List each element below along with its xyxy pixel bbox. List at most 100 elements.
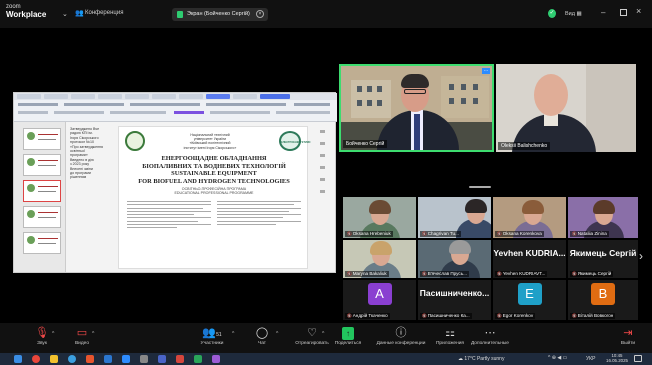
slide-thumbnail[interactable] bbox=[23, 206, 61, 228]
gallery-tile[interactable]: Nataliia Zinina bbox=[568, 197, 638, 238]
participants-button[interactable]: 👥51 Участники bbox=[190, 327, 234, 347]
seal-text: ЕЛЕКТРОЕНЕРГЕТИКИ bbox=[281, 141, 311, 144]
panel-resize-handle[interactable] bbox=[469, 186, 491, 188]
browser-tab bbox=[179, 94, 203, 99]
clock-date: 16.05.2025 bbox=[606, 358, 628, 364]
video-tile[interactable]: Oleksii Balishchenko bbox=[496, 64, 636, 152]
gallery-tile[interactable]: A Андрій Ткаченко bbox=[343, 280, 416, 320]
gallery-tile[interactable]: E Egor Korenkov bbox=[493, 280, 566, 320]
participants-icon: 👥51 bbox=[202, 327, 222, 339]
participant-name: Egor Korenkov bbox=[495, 313, 536, 319]
share-screen-icon bbox=[177, 11, 183, 18]
clock[interactable]: 10:45 16.05.2025 bbox=[606, 353, 628, 363]
system-tray[interactable]: ^ ⊕ ◀ ▭ bbox=[548, 355, 567, 361]
security-shield-icon[interactable]: ✓ bbox=[548, 9, 556, 18]
word-icon[interactable] bbox=[104, 355, 112, 363]
document-column-right bbox=[217, 201, 301, 227]
zoom-icon[interactable] bbox=[122, 355, 130, 363]
folder-icon[interactable] bbox=[50, 355, 58, 363]
participant-name: Yevhen KUDRIAVT... bbox=[495, 271, 548, 277]
info-icon: ⓘ bbox=[395, 327, 407, 339]
approval-note: Затверджено Вче радою КПІ ім. Ігоря Сіко… bbox=[70, 127, 103, 180]
weather-icon: ☁ bbox=[458, 356, 463, 362]
gallery-tile[interactable]: B Віталій Вовкогон bbox=[568, 280, 638, 320]
ribbon-tool bbox=[54, 111, 104, 114]
chevron-up-icon[interactable]: ^ bbox=[92, 331, 94, 337]
app-icon[interactable] bbox=[212, 355, 220, 363]
video-label: Видео bbox=[74, 341, 89, 346]
editor-ribbon bbox=[14, 100, 337, 122]
more-button[interactable]: ⋯ Дополнительные bbox=[464, 327, 516, 347]
chevron-right-icon[interactable]: › bbox=[639, 249, 643, 263]
close-window-button[interactable]: × bbox=[636, 6, 641, 16]
slide-thumbnail-selected[interactable] bbox=[23, 180, 61, 202]
leave-button[interactable]: ⇥ Выйти bbox=[610, 327, 646, 347]
chevron-down-icon[interactable]: ⌄ bbox=[62, 10, 68, 18]
minimize-button[interactable]: – bbox=[601, 8, 605, 17]
ribbon-tool bbox=[18, 111, 48, 114]
browser-tab-strip bbox=[14, 93, 337, 100]
ribbon-tool bbox=[64, 103, 124, 106]
gallery-tile[interactable]: Якимець Сергій Якимець Сергій bbox=[568, 240, 638, 278]
participant-avatar: E bbox=[517, 283, 542, 305]
share-screen-button[interactable]: ↑ Поделиться bbox=[326, 327, 370, 347]
zoom-logo: zoom Workplace bbox=[6, 4, 47, 19]
participant-name: Maryna Bakaliuk bbox=[345, 271, 389, 277]
participant-name: Oksana Hrebeniuk bbox=[345, 231, 393, 237]
participant-name: Пасишниченко Ка... bbox=[420, 313, 472, 319]
leave-label: Выйти bbox=[620, 341, 636, 346]
gallery-tile[interactable]: Chagrivan Tu... bbox=[418, 197, 491, 238]
close-icon[interactable]: × bbox=[256, 10, 264, 18]
document-column-left bbox=[127, 201, 211, 231]
document-page: Національний технічний університет Украї… bbox=[118, 126, 311, 269]
ribbon-tool bbox=[276, 111, 330, 114]
view-button[interactable]: Вид ▦ bbox=[565, 11, 582, 17]
slide-thumbnail[interactable] bbox=[23, 128, 61, 150]
slide-thumbnail[interactable] bbox=[23, 232, 61, 254]
video-button[interactable]: ▭ Видео bbox=[60, 327, 104, 347]
participant-avatar: A bbox=[367, 283, 392, 305]
chevron-up-icon[interactable]: ^ bbox=[276, 331, 278, 337]
chevron-up-icon[interactable]: ^ bbox=[322, 331, 324, 337]
audio-button[interactable]: 🎙 Звук bbox=[20, 327, 64, 347]
more-dots-icon: ⋯ bbox=[484, 327, 496, 339]
participant-name: Oleksii Balishchenko bbox=[498, 142, 551, 150]
office-icon[interactable] bbox=[86, 355, 94, 363]
browser-edge-icon[interactable] bbox=[68, 355, 76, 363]
meeting-info-button[interactable]: ⓘ Данные конференции bbox=[375, 327, 427, 347]
video-tile-active-speaker[interactable]: … Бойченко Сергій bbox=[339, 64, 494, 152]
chevron-up-icon[interactable]: ^ bbox=[52, 331, 54, 337]
shared-screen: Затверджено Вче радою КПІ ім. Ігоря Сіко… bbox=[13, 92, 337, 273]
gallery-tile[interactable]: В'ячеслав Прусь... bbox=[418, 240, 491, 278]
gallery-tile[interactable]: Oksana Korenkova bbox=[493, 197, 566, 238]
document-title: ЕНЕРГООЩАДНЕ ОБЛАДНАННЯ БІОПАЛИВНИХ ТА В… bbox=[138, 155, 290, 185]
tile-menu-icon[interactable]: … bbox=[482, 68, 490, 74]
start-menu-icon[interactable] bbox=[14, 355, 22, 363]
chevron-up-icon[interactable]: ^ bbox=[232, 331, 234, 337]
notifications-icon[interactable] bbox=[634, 355, 642, 362]
university-seal-icon bbox=[125, 131, 145, 151]
participant-name: Chagrivan Tu... bbox=[420, 231, 461, 237]
gallery-tile[interactable]: Oksana Hrebeniuk bbox=[343, 197, 416, 238]
app-icon[interactable] bbox=[158, 355, 166, 363]
gallery-tile[interactable]: Maryna Bakaliuk bbox=[343, 240, 416, 278]
language-indicator[interactable]: УКР bbox=[586, 356, 595, 362]
settings-icon[interactable] bbox=[140, 355, 148, 363]
ribbon-tool bbox=[130, 103, 200, 106]
participant-name: Якимець Сергій bbox=[570, 271, 614, 277]
screen-share-banner[interactable]: Экран (Бойченко Сергій) × bbox=[172, 8, 268, 21]
conference-label: Конференция bbox=[85, 10, 124, 16]
gallery-tile[interactable]: Yevhen KUDRIA... Yevhen KUDRIAVT... bbox=[493, 240, 566, 278]
browser-icon[interactable] bbox=[32, 355, 40, 363]
slide-thumbnail[interactable] bbox=[23, 154, 61, 176]
browser-tab bbox=[71, 94, 95, 99]
participant-big-name: Якимець Сергій bbox=[569, 248, 637, 258]
excel-icon[interactable] bbox=[194, 355, 202, 363]
browser-tab bbox=[44, 94, 68, 99]
gallery-tile[interactable]: Пасишниченко... Пасишниченко Ка... bbox=[418, 280, 491, 320]
powerpoint-icon[interactable] bbox=[176, 355, 184, 363]
microphone-muted-icon: 🎙 bbox=[35, 327, 49, 339]
maximize-button[interactable] bbox=[620, 9, 627, 16]
chat-button[interactable]: ◯ Чат bbox=[240, 327, 284, 347]
weather-widget[interactable]: ☁ 17°C Partly sunny bbox=[458, 356, 504, 362]
